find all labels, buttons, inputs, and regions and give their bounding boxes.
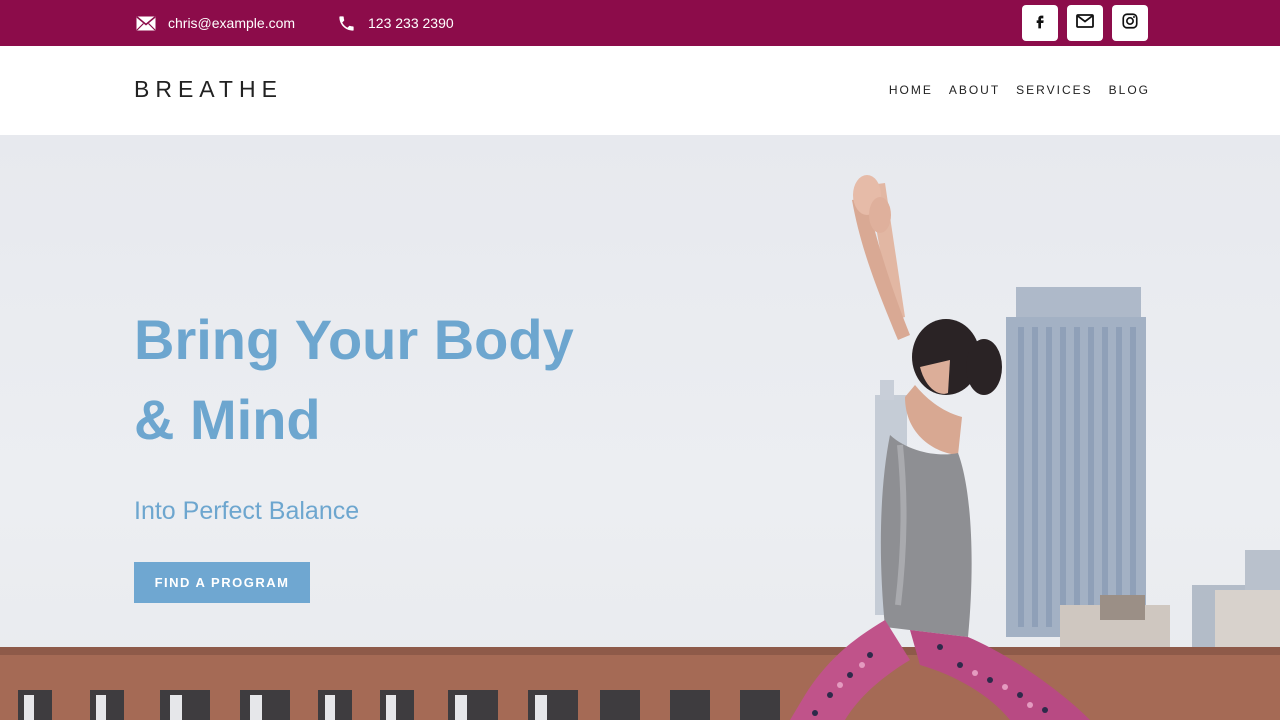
hero-section: Bring Your Body & Mind Into Perfect Bala… bbox=[0, 135, 1280, 720]
top-contact-bar: chris@example.com 123 233 2390 bbox=[0, 0, 1280, 46]
nav-item-home[interactable]: HOME bbox=[889, 83, 933, 97]
contact-email[interactable]: chris@example.com bbox=[135, 0, 295, 46]
instagram-button[interactable] bbox=[1112, 5, 1148, 41]
instagram-icon bbox=[1121, 12, 1139, 35]
nav-item-blog[interactable]: BLOG bbox=[1109, 83, 1150, 97]
main-nav: HOME ABOUT SERVICES BLOG bbox=[889, 83, 1150, 97]
email-text: chris@example.com bbox=[168, 15, 296, 31]
hero-subtitle: Into Perfect Balance bbox=[134, 497, 360, 525]
hero-title: Bring Your Body & Mind bbox=[134, 300, 694, 460]
facebook-button[interactable] bbox=[1022, 5, 1058, 41]
envelope-icon bbox=[135, 12, 157, 34]
hero-title-line-1: Bring Your Body bbox=[134, 308, 574, 371]
facebook-icon bbox=[1032, 13, 1048, 34]
site-logo[interactable]: BREATHE bbox=[134, 76, 283, 103]
nav-item-services[interactable]: SERVICES bbox=[1016, 83, 1092, 97]
mail-button[interactable] bbox=[1067, 5, 1103, 41]
mail-icon bbox=[1076, 13, 1094, 33]
social-links bbox=[1022, 5, 1148, 41]
find-program-button[interactable]: FIND A PROGRAM bbox=[134, 562, 310, 603]
phone-text: 123 233 2390 bbox=[368, 15, 454, 31]
phone-icon bbox=[335, 12, 357, 34]
hero-title-line-2: & Mind bbox=[134, 388, 321, 451]
site-header: BREATHE HOME ABOUT SERVICES BLOG bbox=[0, 46, 1280, 135]
contact-phone[interactable]: 123 233 2390 bbox=[335, 0, 454, 46]
nav-item-about[interactable]: ABOUT bbox=[949, 83, 1000, 97]
